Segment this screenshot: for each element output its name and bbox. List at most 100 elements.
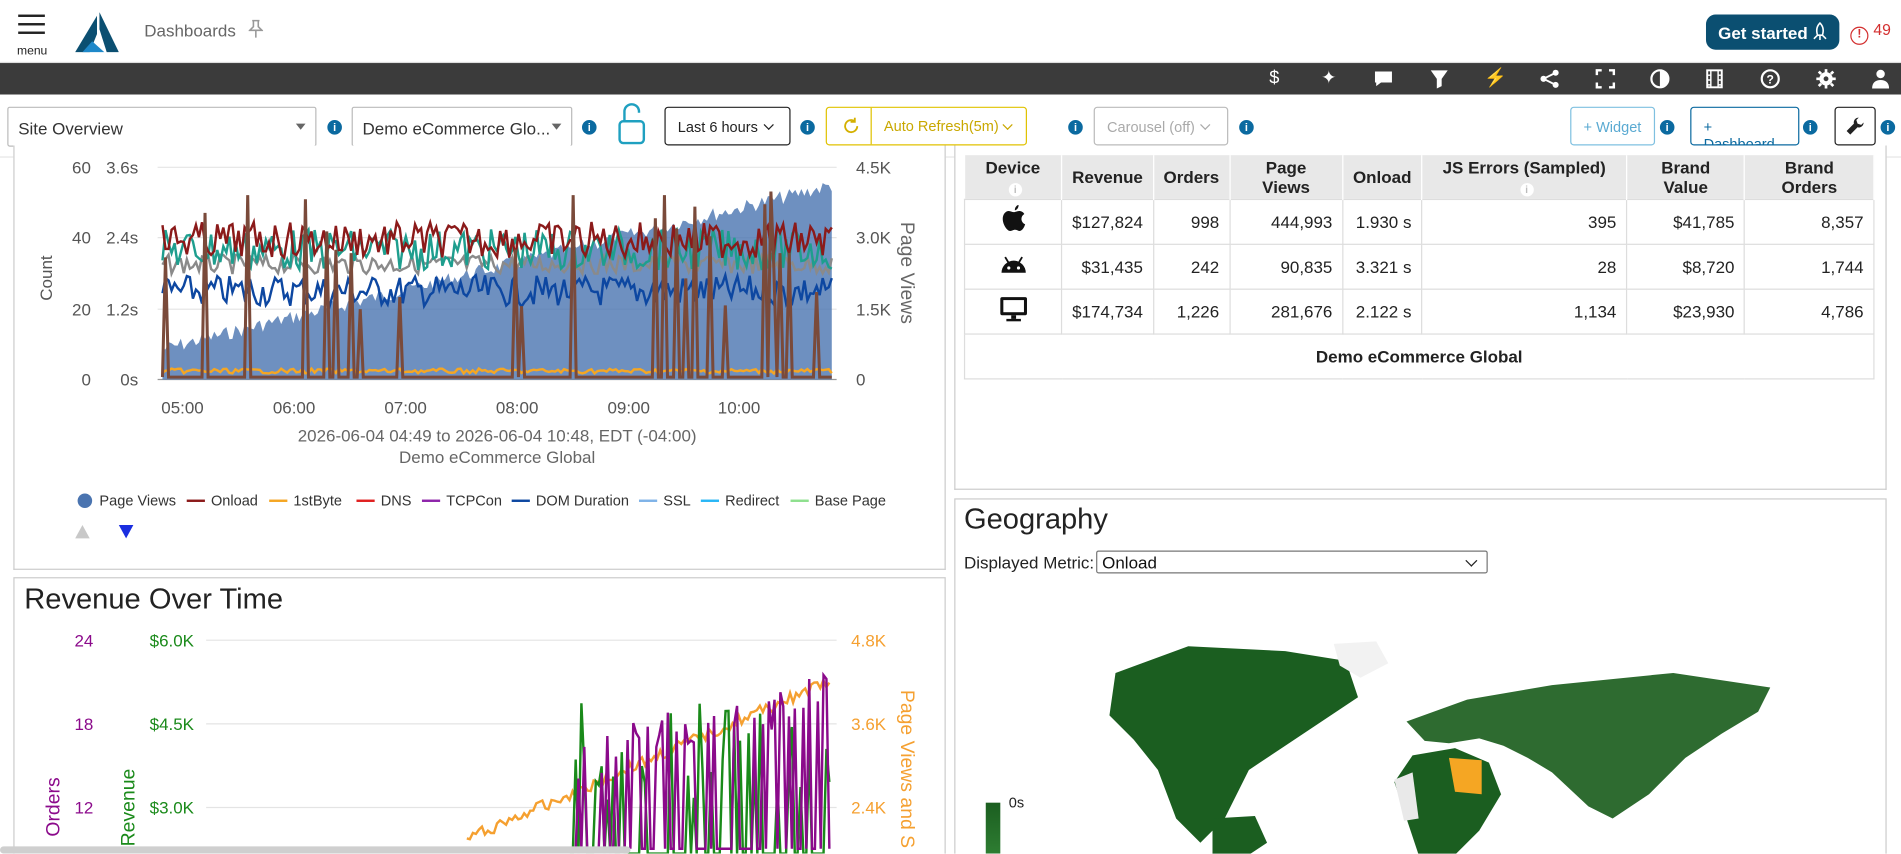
- map-region-south-america[interactable]: [1212, 816, 1268, 854]
- series-page-views: [162, 183, 832, 380]
- legend-label: TCPCon: [446, 492, 502, 510]
- legend-tcpcon[interactable]: TCPCon: [421, 492, 502, 510]
- breadcrumb[interactable]: Dashboards: [144, 21, 236, 40]
- js-errors-cell: 1,134: [1421, 287, 1628, 335]
- alert-indicator[interactable]: ! 49: [1850, 21, 1891, 45]
- column-header-onload[interactable]: Onload: [1342, 155, 1423, 199]
- edit-tools-button[interactable]: [1834, 106, 1876, 146]
- caret-down-icon: [551, 123, 562, 130]
- legend-label: SSL: [663, 492, 691, 510]
- info-icon[interactable]: i: [1802, 120, 1818, 135]
- gear-icon[interactable]: [1815, 68, 1837, 90]
- table-row: $31,435 242 90,835 3.321 s 28 $8,720 1,7…: [963, 243, 1875, 290]
- left-axis-title: Count: [36, 255, 56, 301]
- legend-onload[interactable]: Onload: [186, 492, 258, 509]
- legend-dns[interactable]: DNS: [356, 492, 411, 509]
- legend-prev-icon[interactable]: [75, 525, 90, 539]
- dollar-icon[interactable]: $: [1263, 68, 1285, 90]
- revenue-cell: $174,734: [1061, 287, 1154, 335]
- column-header-brand-orders[interactable]: Brand Orders: [1744, 155, 1875, 199]
- page-views-cell: 444,993: [1228, 198, 1344, 245]
- horizontal-scrollbar[interactable]: [0, 846, 631, 854]
- orders-axis-title: Orders: [43, 777, 65, 837]
- refresh-icon[interactable]: [843, 117, 860, 135]
- comment-icon[interactable]: [1373, 68, 1395, 90]
- legend-label: DOM Duration: [535, 492, 629, 510]
- legend-dom-duration[interactable]: DOM Duration: [511, 492, 629, 510]
- map-region-north-america[interactable]: [1109, 646, 1358, 843]
- column-header-js-errors[interactable]: JS Errors (Sampled) i: [1421, 155, 1628, 199]
- legend-base-page[interactable]: Base Page: [790, 492, 886, 510]
- world-map[interactable]: [1043, 637, 1795, 854]
- legend-label: DNS: [380, 492, 412, 510]
- add-widget-button[interactable]: + Widget: [1570, 106, 1656, 146]
- auto-refresh-control[interactable]: Auto Refresh(5m): [825, 106, 1027, 146]
- user-icon[interactable]: [1870, 68, 1892, 90]
- fullscreen-icon[interactable]: [1594, 68, 1616, 90]
- chart-range-label: 2026-06-04 04:49 to 2026-06-04 10:48, ED…: [297, 425, 697, 445]
- legend-1stbyte[interactable]: 1stByte: [269, 492, 342, 509]
- info-icon[interactable]: i: [1008, 182, 1022, 197]
- legend-ssl[interactable]: SSL: [638, 492, 691, 510]
- dashboard-select[interactable]: Site Overview: [7, 106, 317, 147]
- filter-icon[interactable]: [1428, 68, 1450, 90]
- info-icon[interactable]: i: [582, 120, 597, 135]
- legend-redirect[interactable]: Redirect: [700, 492, 779, 509]
- table-footer: Demo eCommerce Global: [963, 332, 1875, 379]
- get-started-button[interactable]: Get started: [1705, 14, 1840, 50]
- legend-label: Page Views: [99, 492, 177, 510]
- brand-value-cell: $41,785: [1626, 198, 1746, 245]
- right-axis-title-revenue: Page Views and S: [896, 689, 917, 849]
- contrast-icon[interactable]: [1649, 68, 1671, 90]
- metric-select-value: Onload: [1102, 552, 1157, 573]
- logo: [75, 12, 119, 53]
- timing-chart: [157, 166, 837, 381]
- apple-icon: [1002, 204, 1025, 231]
- column-header-revenue[interactable]: Revenue: [1061, 155, 1154, 199]
- app-select[interactable]: Demo eCommerce Glo...: [351, 106, 573, 147]
- device-table: Device i Revenue Orders Page Views Onloa…: [963, 155, 1875, 379]
- column-header-orders[interactable]: Orders: [1153, 155, 1231, 199]
- help-icon[interactable]: ?: [1759, 68, 1781, 90]
- chevron-down-icon: [763, 119, 774, 131]
- info-icon[interactable]: i: [1519, 182, 1534, 197]
- x-tick-label: 06:00: [272, 397, 316, 418]
- legend-swatch: [638, 499, 658, 502]
- share-icon[interactable]: [1539, 68, 1561, 90]
- svg-text:?: ?: [1767, 73, 1774, 87]
- info-icon[interactable]: i: [1239, 120, 1254, 135]
- table-row: $127,824 998 444,993 1.930 s 395 $41,785…: [963, 198, 1875, 245]
- unlock-icon[interactable]: [616, 102, 648, 146]
- left-tick-label: 20: [72, 299, 91, 319]
- column-header-device[interactable]: Device i: [964, 155, 1063, 199]
- info-icon[interactable]: i: [1880, 120, 1896, 135]
- revenue-cell: $127,824: [1061, 198, 1154, 245]
- column-header-page-views[interactable]: Page Views: [1229, 155, 1344, 199]
- film-icon[interactable]: [1704, 68, 1726, 90]
- orders-tick-label: 24: [74, 630, 94, 650]
- info-icon[interactable]: i: [1659, 120, 1675, 135]
- sparkle-icon[interactable]: ✦: [1318, 68, 1340, 90]
- time-range-select[interactable]: Last 6 hours: [664, 106, 791, 146]
- map-scale-label: 0s: [1008, 794, 1025, 812]
- info-icon[interactable]: i: [1068, 120, 1083, 135]
- info-icon[interactable]: i: [800, 120, 815, 135]
- legend-next-icon[interactable]: [118, 525, 134, 539]
- map-scale-bar: [985, 802, 1001, 854]
- carousel-select[interactable]: Carousel (off): [1093, 106, 1229, 146]
- pin-icon[interactable]: [248, 19, 264, 38]
- bolt-icon[interactable]: ⚡: [1484, 68, 1507, 90]
- mid-tick-label: 0s: [120, 369, 139, 390]
- column-header-brand-value[interactable]: Brand Value: [1626, 155, 1746, 199]
- add-dashboard-button[interactable]: + Dashboard: [1690, 106, 1800, 153]
- metric-select[interactable]: Onload: [1096, 550, 1488, 574]
- legend-swatch: [700, 499, 720, 502]
- app-select-value: Demo eCommerce Glo...: [362, 118, 551, 139]
- info-icon[interactable]: i: [327, 120, 342, 135]
- x-tick-label: 08:00: [495, 397, 539, 418]
- carousel-label: Carousel (off): [1107, 118, 1195, 136]
- legend-page-views[interactable]: Page Views: [77, 492, 177, 510]
- onload-cell: 2.122 s: [1342, 287, 1423, 335]
- legend-label: Base Page: [814, 492, 886, 510]
- mid-tick-label: 3.6s: [106, 157, 139, 178]
